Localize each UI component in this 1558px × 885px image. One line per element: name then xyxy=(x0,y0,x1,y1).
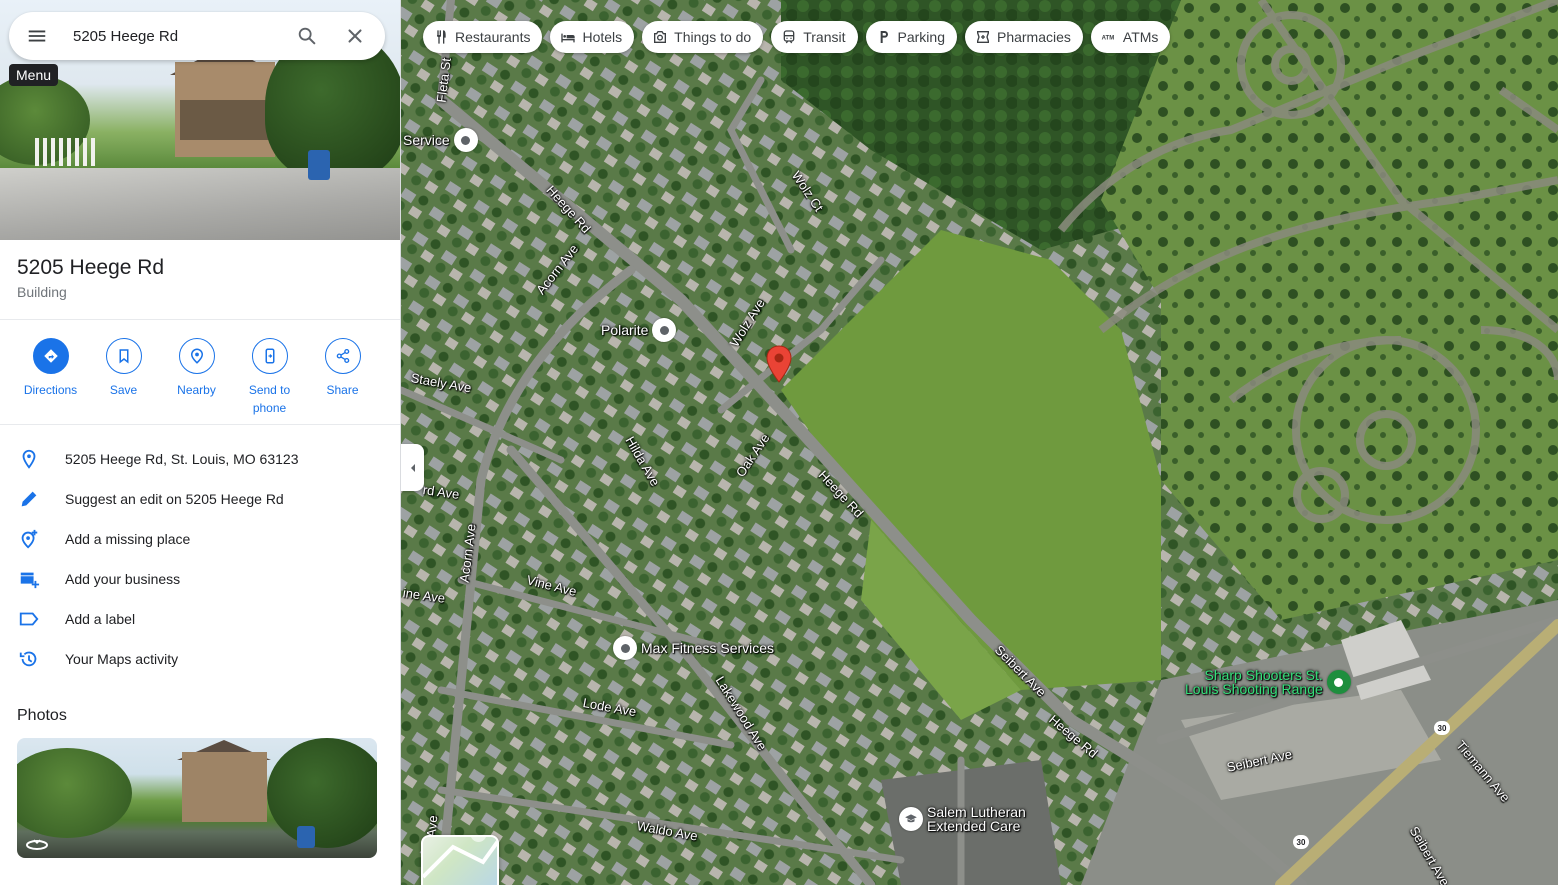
chip-transit[interactable]: Transit xyxy=(771,21,858,53)
suggest-edit-text: Suggest an edit on 5205 Heege Rd xyxy=(65,491,284,507)
history-icon xyxy=(19,651,37,667)
chevron-left-icon xyxy=(410,463,415,472)
nearby-button[interactable]: Nearby xyxy=(160,338,233,424)
send-to-phone-button[interactable]: Send to phone xyxy=(233,338,306,424)
maps-activity-row[interactable]: Your Maps activity xyxy=(0,639,400,679)
maps-activity-text: Your Maps activity xyxy=(65,651,179,667)
search-button[interactable] xyxy=(283,12,331,60)
street-view-photo[interactable] xyxy=(17,738,377,858)
search-icon xyxy=(298,27,316,45)
suggest-edit-row[interactable]: Suggest an edit on 5205 Heege Rd xyxy=(0,479,400,519)
place-panel: Menu 5205 Heege Rd Building Directions S… xyxy=(0,0,401,885)
camera-icon xyxy=(654,31,667,43)
poi-max-fitness[interactable]: Max Fitness Services xyxy=(613,636,774,660)
poi-marker-icon xyxy=(461,135,471,145)
poi-marker-icon xyxy=(1334,677,1344,687)
location-pin-icon xyxy=(22,449,36,469)
fork-knife-icon xyxy=(437,30,446,44)
directions-button[interactable]: Directions xyxy=(14,338,87,424)
poi-salem-lutheran[interactable]: Salem Lutheran Extended Care xyxy=(899,805,1026,833)
add-missing-place-text: Add a missing place xyxy=(65,531,191,547)
selected-place-marker-icon[interactable] xyxy=(765,345,793,383)
label-icon xyxy=(19,612,39,626)
address-text: 5205 Heege Rd, St. Louis, MO 63123 xyxy=(65,451,299,467)
street-view-360-icon xyxy=(26,839,48,850)
route-shield-30-upper: 30 xyxy=(1434,721,1450,735)
pencil-icon xyxy=(21,491,37,507)
share-button[interactable]: Share xyxy=(306,338,379,424)
pharmacy-icon xyxy=(976,31,989,43)
map-canvas[interactable]: Fleta St Heege Rd Heege Rd Heege Rd Acor… xyxy=(401,0,1558,885)
atm-icon: ATM xyxy=(1102,36,1115,42)
search-box xyxy=(9,12,385,60)
collapse-panel-button[interactable] xyxy=(401,444,424,491)
share-icon xyxy=(336,348,349,364)
maps-app: Menu 5205 Heege Rd Building Directions S… xyxy=(0,0,1558,885)
parking-icon xyxy=(880,31,888,43)
satellite-imagery xyxy=(401,0,1558,885)
school-icon xyxy=(905,814,917,823)
layers-toggle-button[interactable] xyxy=(421,835,499,885)
bed-icon xyxy=(561,33,576,43)
save-label: Save xyxy=(109,383,138,397)
place-category: Building xyxy=(17,284,67,300)
poi-marker-icon xyxy=(620,643,630,653)
save-button[interactable]: Save xyxy=(87,338,160,424)
poi-marker-icon xyxy=(659,325,669,335)
chip-things-to-do[interactable]: Things to do xyxy=(642,21,764,53)
place-title: 5205 Heege Rd xyxy=(17,256,165,279)
menu-button[interactable] xyxy=(9,12,65,60)
route-shield-30-lower: 30 xyxy=(1293,835,1309,849)
add-business-icon xyxy=(20,572,40,589)
poi-sharp-shooters[interactable]: Sharp Shooters St. Louis Shooting Range xyxy=(1185,668,1351,696)
chip-parking[interactable]: Parking xyxy=(865,21,957,53)
add-location-icon xyxy=(21,529,38,549)
menu-tooltip: Menu xyxy=(9,64,59,86)
action-bar: Directions Save Nearby Send to phone Sha… xyxy=(0,320,400,425)
chip-pharmacies[interactable]: Pharmacies xyxy=(964,21,1083,53)
map-layer-thumbnail-icon xyxy=(423,837,497,879)
chip-atms[interactable]: ATM ATMs xyxy=(1090,21,1171,53)
add-missing-place-row[interactable]: Add a missing place xyxy=(0,519,400,559)
add-business-text: Add your business xyxy=(65,571,181,587)
poi-service[interactable]: Service xyxy=(403,128,478,152)
train-icon xyxy=(783,30,795,44)
add-label-text: Add a label xyxy=(65,611,136,627)
svg-text:ATM: ATM xyxy=(1102,36,1115,42)
add-business-row[interactable]: Add your business xyxy=(0,559,400,599)
share-label: Share xyxy=(326,383,359,397)
send-to-phone-icon xyxy=(265,348,274,364)
chip-restaurants[interactable]: Restaurants xyxy=(423,21,543,53)
address-row[interactable]: 5205 Heege Rd, St. Louis, MO 63123 xyxy=(0,439,400,479)
info-list: 5205 Heege Rd, St. Louis, MO 63123 Sugge… xyxy=(0,425,400,679)
category-chips: Restaurants Hotels Things to do Transit … xyxy=(423,21,1171,53)
place-header: 5205 Heege Rd Building xyxy=(0,240,400,320)
chip-hotels[interactable]: Hotels xyxy=(550,21,635,53)
add-label-row[interactable]: Add a label xyxy=(0,599,400,639)
nearby-icon xyxy=(190,348,203,364)
directions-icon xyxy=(43,349,58,363)
photos-heading: Photos xyxy=(17,707,67,724)
send-to-phone-label: Send to phone xyxy=(248,383,291,415)
close-icon xyxy=(348,29,362,43)
nearby-label: Nearby xyxy=(177,383,216,397)
poi-polarite[interactable]: Polarite xyxy=(601,318,677,342)
bookmark-icon xyxy=(119,349,128,364)
search-input[interactable] xyxy=(65,27,283,45)
directions-label: Directions xyxy=(23,383,78,397)
hamburger-menu-icon xyxy=(28,30,46,42)
clear-search-button[interactable] xyxy=(331,12,379,60)
